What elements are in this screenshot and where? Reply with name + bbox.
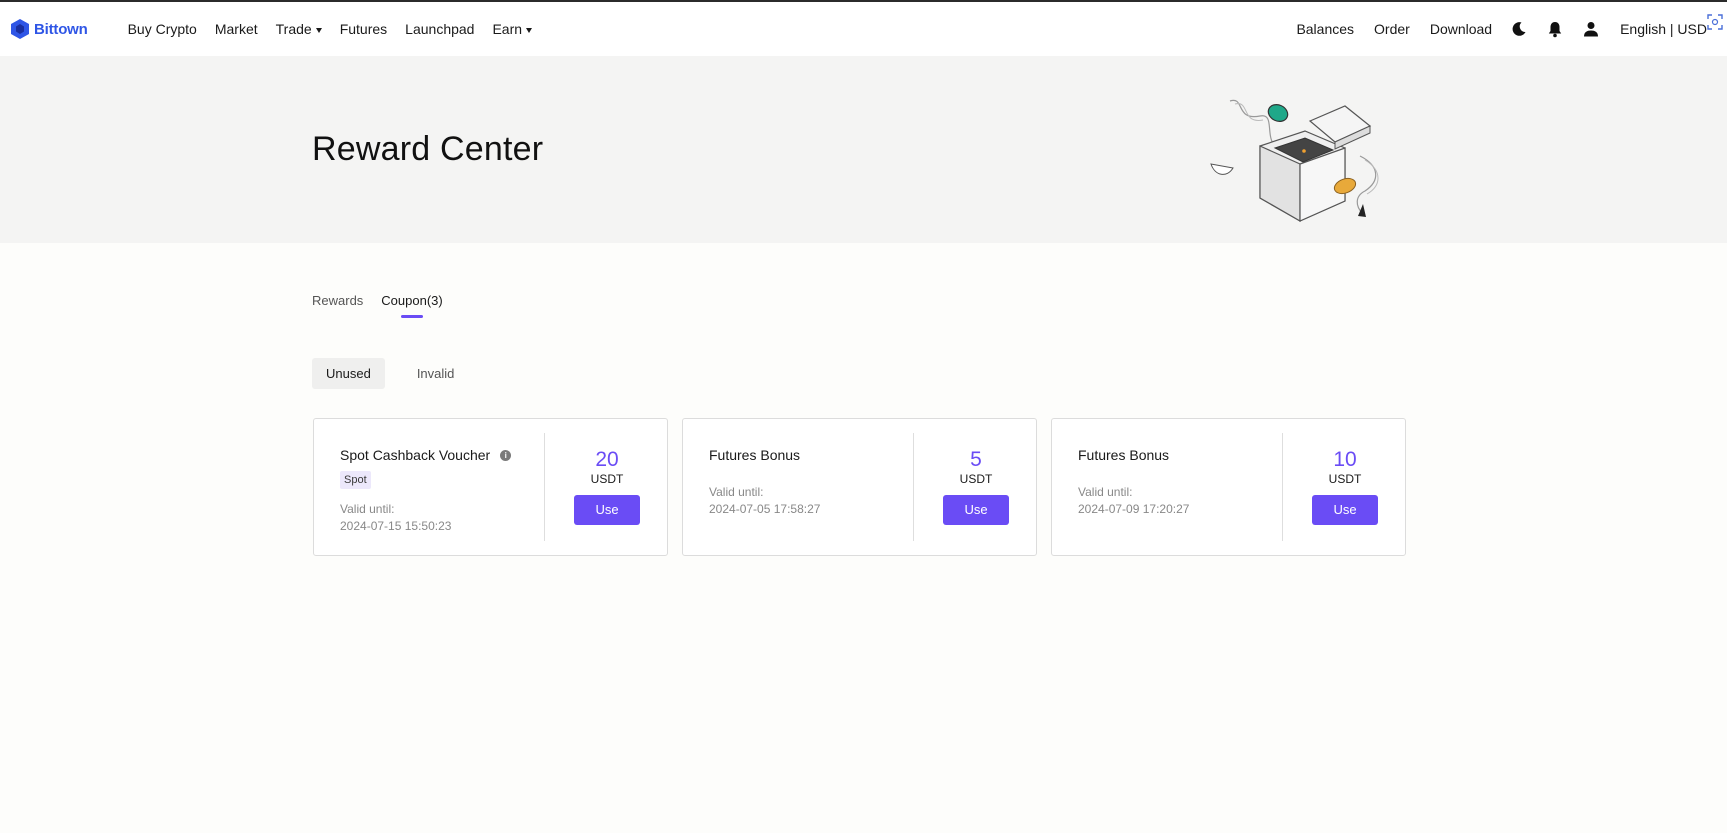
coupon-title-text: Spot Cashback Voucher: [340, 447, 491, 463]
valid-until-date: 2024-07-09 17:20:27: [1078, 502, 1190, 516]
nav-launchpad-label: Launchpad: [405, 21, 475, 37]
coupon-amount: 5: [970, 448, 982, 471]
chevron-down-icon: [315, 27, 322, 33]
use-coupon-button[interactable]: Use: [943, 495, 1009, 525]
page-title: Reward Center: [312, 130, 544, 168]
coupon-title: Futures Bonus: [709, 447, 899, 463]
coupon-details: Spot Cashback Voucher i Spot Valid until…: [340, 447, 530, 533]
nav-earn[interactable]: Earn: [492, 21, 533, 37]
coupon-details: Futures Bonus Valid until: 2024-07-09 17…: [1078, 447, 1268, 516]
coupon-details: Futures Bonus Valid until: 2024-07-05 17…: [709, 447, 899, 516]
coupon-status-filter: Unused Invalid: [312, 358, 486, 389]
coupon-tag: Spot: [340, 471, 371, 489]
nav-market-label: Market: [214, 21, 258, 37]
nav-trade-label: Trade: [275, 21, 312, 37]
user-icon[interactable]: [1582, 20, 1600, 38]
coupon-list: Spot Cashback Voucher i Spot Valid until…: [313, 418, 1420, 556]
subtab-unused[interactable]: Unused: [312, 358, 385, 389]
coupon-card: Futures Bonus Valid until: 2024-07-05 17…: [682, 418, 1037, 556]
coupon-value: 20 USDT Use: [545, 449, 669, 525]
coupon-amount: 20: [595, 448, 619, 471]
reward-center-banner: Reward Center: [0, 56, 1727, 243]
nav-futures[interactable]: Futures: [340, 21, 387, 37]
valid-until-label: Valid until:: [340, 502, 395, 516]
coupon-unit: USDT: [959, 472, 993, 486]
valid-until-date: 2024-07-05 17:58:27: [709, 502, 821, 516]
coupon-card: Spot Cashback Voucher i Spot Valid until…: [313, 418, 668, 556]
coupon-value: 5 USDT Use: [914, 449, 1038, 525]
moon-icon[interactable]: [1510, 20, 1528, 38]
coupon-unit: USDT: [590, 472, 624, 486]
tab-rewards[interactable]: Rewards: [312, 293, 363, 318]
scan-icon[interactable]: [1707, 14, 1723, 30]
valid-until-date: 2024-07-15 15:50:23: [340, 519, 452, 533]
reward-tabs: Rewards Coupon(3): [312, 293, 461, 318]
nav-trade[interactable]: Trade: [276, 21, 322, 37]
nav-market[interactable]: Market: [215, 21, 258, 37]
valid-until-label: Valid until:: [1078, 485, 1133, 499]
nav-order[interactable]: Order: [1374, 21, 1410, 37]
coupon-title-text: Futures Bonus: [709, 447, 801, 463]
nav-balances[interactable]: Balances: [1296, 21, 1354, 37]
coupon-title: Futures Bonus: [1078, 447, 1268, 463]
coupon-unit: USDT: [1328, 472, 1362, 486]
top-navigation: Bittown Buy Crypto Market Trade Futures …: [0, 0, 1727, 56]
nav-buy-crypto-label: Buy Crypto: [127, 21, 197, 37]
coupon-card: Futures Bonus Valid until: 2024-07-09 17…: [1051, 418, 1406, 556]
coupon-title-text: Futures Bonus: [1078, 447, 1170, 463]
bittown-logo-icon: [11, 19, 29, 39]
brand-name: Bittown: [34, 20, 88, 38]
valid-until-label: Valid until:: [709, 485, 764, 499]
brand-logo[interactable]: Bittown: [10, 18, 88, 40]
use-coupon-button[interactable]: Use: [574, 495, 640, 525]
language-currency-selector[interactable]: English | USD: [1620, 21, 1707, 37]
chevron-down-icon: [526, 27, 533, 33]
user-nav: Balances Order Download English | USD: [1276, 2, 1707, 56]
nav-buy-crypto[interactable]: Buy Crypto: [128, 21, 197, 37]
coupon-value: 10 USDT Use: [1283, 449, 1407, 525]
tab-coupon[interactable]: Coupon(3): [381, 293, 442, 318]
gift-box-illustration: [1210, 99, 1379, 223]
info-icon[interactable]: i: [500, 449, 512, 461]
subtab-invalid[interactable]: Invalid: [403, 358, 469, 389]
coupon-amount: 10: [1333, 448, 1357, 471]
nav-download[interactable]: Download: [1430, 21, 1492, 37]
nav-launchpad[interactable]: Launchpad: [405, 21, 474, 37]
bell-icon[interactable]: [1546, 20, 1564, 38]
coupon-title: Spot Cashback Voucher i: [340, 447, 530, 463]
use-coupon-button[interactable]: Use: [1312, 495, 1378, 525]
nav-earn-label: Earn: [492, 21, 523, 37]
main-nav: Buy Crypto Market Trade Futures Launchpa…: [128, 21, 550, 37]
nav-futures-label: Futures: [339, 21, 388, 37]
